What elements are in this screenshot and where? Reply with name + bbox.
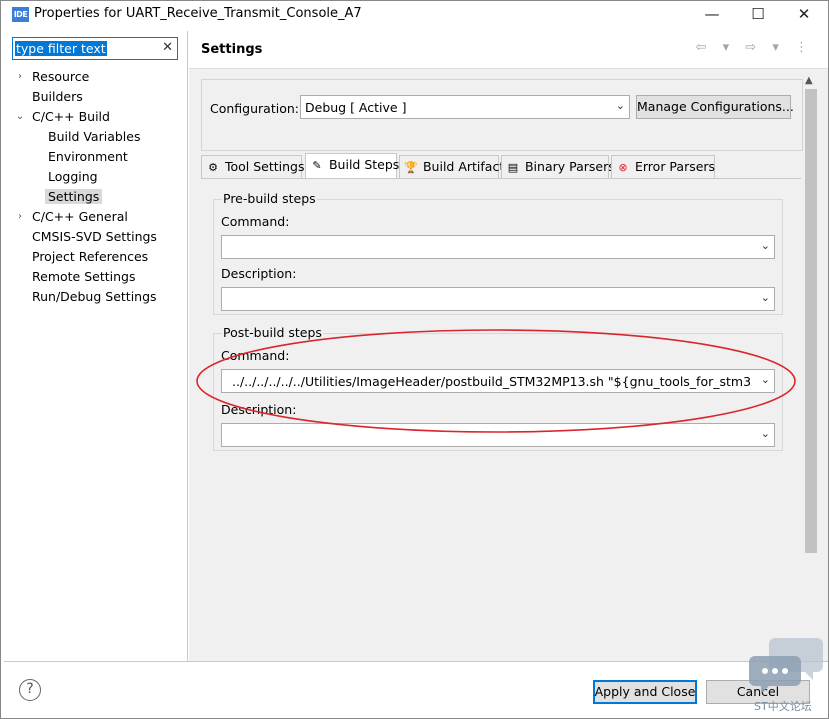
help-icon[interactable]: ? [19,679,41,701]
tree-item-cmsis-svd[interactable]: CMSIS-SVD Settings [32,227,157,247]
close-button[interactable]: ✕ [781,1,827,29]
filter-text: type filter text [15,41,107,56]
tree-item-settings[interactable]: Settings [45,187,103,207]
tab-build-steps[interactable]: ✎ Build Steps [305,153,399,179]
tab-build-artifact[interactable]: 🏆 Build Artifact [399,155,504,179]
title-bar: IDE Properties for UART_Receive_Transmit… [1,1,828,29]
pencil-icon: ✎ [312,159,322,172]
chevron-down-icon: ⌄ [615,99,625,112]
binary-file-icon: ▤ [507,161,519,174]
manage-configurations-button[interactable]: Manage Configurations... [636,95,794,119]
scroll-up-icon[interactable]: ▲ [805,75,813,86]
tree-item-remote-settings[interactable]: Remote Settings [32,267,135,287]
settings-header: Settings ⇦ ▾ ⇨ ▾ ⋮ [189,31,828,69]
dialog-button-bar: ? Apply and Close Cancel [4,661,828,718]
tab-tool-settings[interactable]: ⚙ Tool Settings [201,155,305,179]
chevron-down-icon[interactable]: ⌄ [761,291,770,304]
watermark-text: ST中文论坛 [754,700,812,713]
filter-input[interactable]: type filter text ✕ [12,37,178,60]
minimize-button[interactable]: — [689,1,735,29]
tree-item-environment[interactable]: Environment [48,147,128,167]
chevron-down-icon[interactable]: ⌄ [15,107,25,127]
prebuild-description-label: Description: [221,266,297,281]
navigation-pane: type filter text ✕ › Resource Builders ⌄… [4,31,188,661]
chevron-right-icon[interactable]: › [15,67,25,87]
apply-and-close-button[interactable]: Apply and Close [593,680,697,704]
tree-item-build-variables[interactable]: Build Variables [48,127,140,147]
tab-error-parsers[interactable]: ⊗ Error Parsers [611,155,715,179]
history-nav-icons[interactable]: ⇦ ▾ ⇨ ▾ ⋮ [696,40,814,55]
gear-icon: ⚙ [208,161,218,174]
maximize-button[interactable]: ☐ [735,1,781,29]
scrollbar-thumb[interactable] [805,89,817,553]
chevron-right-icon[interactable]: › [15,207,25,227]
red-ellipse-annotation [196,329,796,433]
configuration-label: Configuration: [210,101,299,116]
prebuild-description-input[interactable]: ⌄ [221,287,775,311]
chevron-down-icon[interactable]: ⌄ [761,239,770,252]
prebuild-command-input[interactable]: ⌄ [221,235,775,259]
prebuild-group: Pre-build steps Command: ⌄ Description: … [213,191,783,315]
tree-item-project-references[interactable]: Project References [32,247,148,267]
error-icon: ⊗ [618,161,628,174]
clear-filter-icon[interactable]: ✕ [162,40,173,55]
tree-item-builders[interactable]: Builders [32,87,83,107]
ide-app-icon: IDE [12,7,29,22]
properties-dialog: IDE Properties for UART_Receive_Transmit… [0,0,829,719]
window-title: Properties for UART_Receive_Transmit_Con… [34,6,362,21]
vertical-scrollbar[interactable]: ▲ [803,73,819,658]
tab-binary-parsers[interactable]: ▤ Binary Parsers [501,155,615,179]
page-title: Settings [201,42,263,57]
configuration-group: Configuration: Debug [ Active ] ⌄ Manage… [201,79,803,151]
prebuild-command-label: Command: [221,214,290,229]
tree-item-logging[interactable]: Logging [48,167,98,187]
prebuild-legend: Pre-build steps [222,191,317,206]
configuration-select[interactable]: Debug [ Active ] ⌄ [300,95,630,119]
tree-item-run-debug-settings[interactable]: Run/Debug Settings [32,287,157,307]
trophy-icon: 🏆 [404,161,418,174]
